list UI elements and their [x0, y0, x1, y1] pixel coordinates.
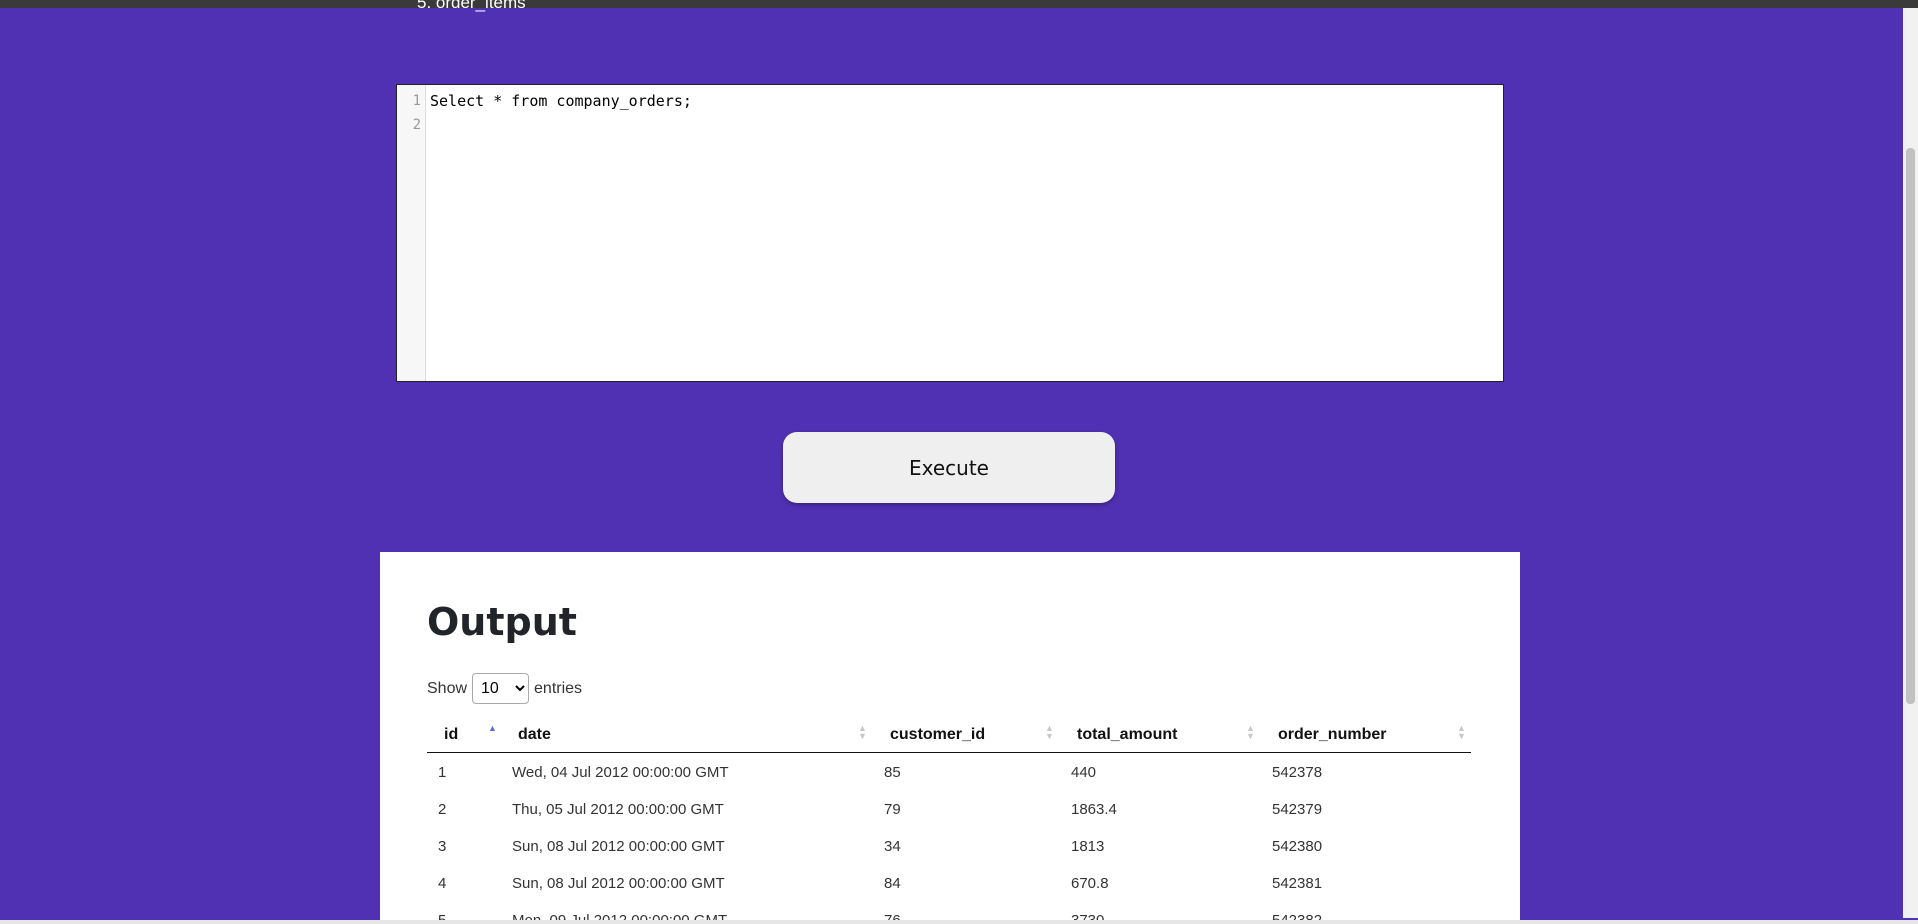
cell-order-number: 542378 — [1272, 764, 1323, 781]
cell-id: 4 — [438, 875, 447, 892]
cell-total-amount: 670.8 — [1071, 875, 1109, 892]
cell-customer-id: 34 — [884, 838, 901, 855]
cell-id: 2 — [438, 801, 447, 818]
browser-top-strip — [0, 0, 1918, 8]
page-scrollbar[interactable] — [1903, 8, 1918, 918]
table-row: 3 Sun, 08 Jul 2012 00:00:00 GMT 34 1813 … — [427, 827, 1471, 864]
cell-customer-id: 85 — [884, 764, 901, 781]
cell-customer-id: 84 — [884, 875, 901, 892]
sql-editor[interactable]: 1 2 Select * from company_orders; — [396, 84, 1504, 382]
column-header-id[interactable]: id — [444, 726, 458, 744]
show-label: Show — [427, 679, 468, 697]
cell-customer-id: 79 — [884, 801, 901, 818]
table-row: 1 Wed, 04 Jul 2012 00:00:00 GMT 85 440 5… — [427, 753, 1471, 790]
sort-icon[interactable]: ▲ ▼ — [858, 724, 867, 741]
output-title: Output — [427, 600, 577, 644]
cell-id: 1 — [438, 764, 447, 781]
line-number: 1 — [412, 93, 421, 109]
code-line[interactable]: Select * from company_orders; — [430, 92, 692, 110]
output-panel: Output Show 10 entries id ▲ date ▲ ▼ cust… — [380, 552, 1520, 924]
entries-length-control: Show 10 entries — [427, 673, 582, 704]
line-number: 2 — [412, 117, 421, 133]
entries-label: entries — [534, 679, 583, 697]
sort-icon[interactable]: ▲ ▼ — [1457, 724, 1466, 741]
sort-icon[interactable]: ▲ ▼ — [1045, 724, 1054, 741]
cell-total-amount: 1863.4 — [1071, 801, 1117, 818]
cell-date: Sun, 08 Jul 2012 00:00:00 GMT — [512, 875, 725, 892]
editor-gutter: 1 2 — [397, 85, 426, 381]
cell-total-amount: 1813 — [1071, 838, 1105, 855]
table-row: 2 Thu, 05 Jul 2012 00:00:00 GMT 79 1863.… — [427, 790, 1471, 827]
cell-order-number: 542380 — [1272, 838, 1323, 855]
column-header-date[interactable]: date — [518, 726, 551, 744]
sort-icon[interactable]: ▲ — [488, 724, 497, 733]
cell-id: 3 — [438, 838, 447, 855]
column-header-order-number[interactable]: order_number — [1278, 726, 1386, 744]
cell-order-number: 542379 — [1272, 801, 1323, 818]
column-header-total-amount[interactable]: total_amount — [1077, 726, 1177, 744]
table-row: 4 Sun, 08 Jul 2012 00:00:00 GMT 84 670.8… — [427, 864, 1471, 901]
results-table: id ▲ date ▲ ▼ customer_id ▲ ▼ total_amount… — [427, 718, 1471, 924]
cell-total-amount: 440 — [1071, 764, 1097, 781]
table-list-item: 5. order_items — [417, 0, 526, 12]
table-header: id ▲ date ▲ ▼ customer_id ▲ ▼ total_amount… — [427, 718, 1471, 753]
scrollbar-thumb[interactable] — [1906, 148, 1915, 704]
bottom-edge — [0, 920, 1918, 924]
cell-order-number: 542381 — [1272, 875, 1323, 892]
column-header-customer-id[interactable]: customer_id — [890, 726, 985, 744]
entries-select[interactable]: 10 — [472, 673, 530, 704]
cell-date: Wed, 04 Jul 2012 00:00:00 GMT — [512, 764, 729, 781]
execute-button[interactable]: Execute — [783, 432, 1115, 503]
cell-date: Sun, 08 Jul 2012 00:00:00 GMT — [512, 838, 725, 855]
cell-date: Thu, 05 Jul 2012 00:00:00 GMT — [512, 801, 724, 818]
sort-icon[interactable]: ▲ ▼ — [1246, 724, 1255, 741]
